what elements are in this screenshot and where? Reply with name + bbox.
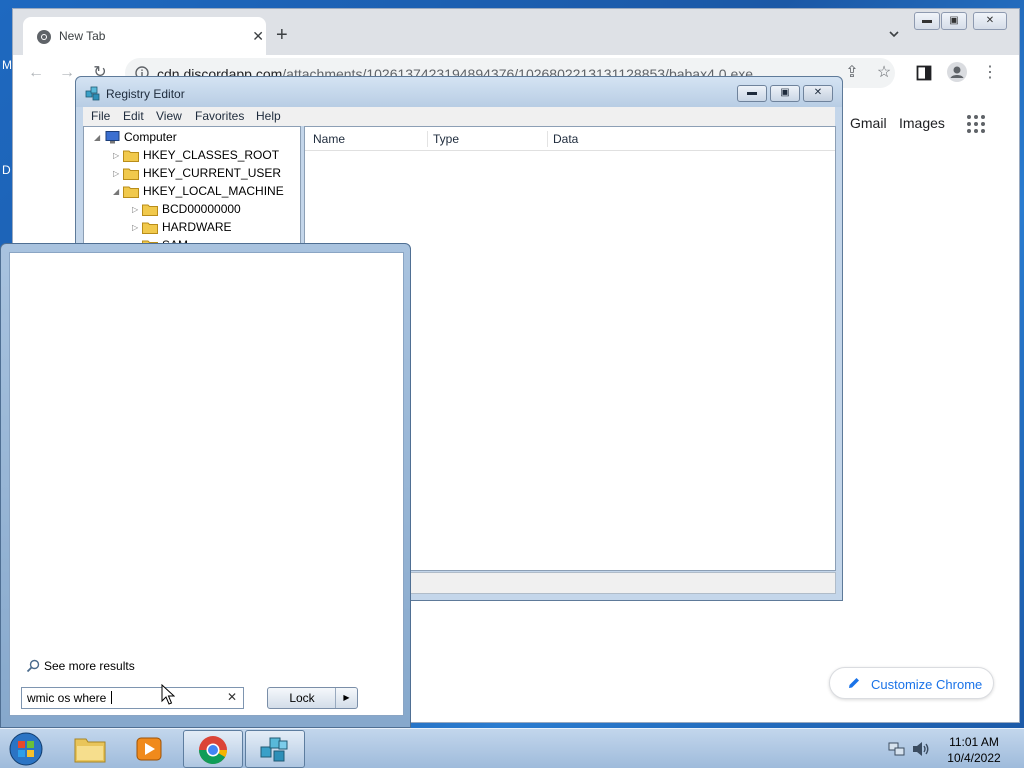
window-title: Registry Editor: [106, 87, 185, 101]
taskbar: 11:01 AM 10/4/2022: [0, 728, 1024, 768]
regedit-app-icon: [85, 86, 100, 101]
menu-edit[interactable]: Edit: [123, 109, 144, 123]
taskbar-explorer[interactable]: [60, 730, 120, 768]
close-button[interactable]: ✕: [973, 12, 1007, 30]
taskbar-clock[interactable]: 11:01 AM 10/4/2022: [940, 734, 1008, 766]
menu-bar: File Edit View Favorites Help: [83, 107, 835, 126]
chrome-tab-strip: New Tab ✕ + ▬ ▣ ✕: [13, 9, 1019, 55]
menu-favorites[interactable]: Favorites: [195, 109, 244, 123]
expand-arrow-icon[interactable]: ▷: [132, 223, 142, 232]
regedit-icon: [260, 737, 288, 762]
tab-new-tab[interactable]: New Tab ✕: [23, 17, 266, 55]
tree-item-bcd00000000[interactable]: ▷ BCD00000000: [132, 200, 241, 218]
search-icon: [26, 659, 40, 673]
folder-icon: [123, 168, 139, 180]
tab-title: New Tab: [59, 29, 106, 43]
search-results-pane: See more results: [9, 252, 404, 716]
column-header-data[interactable]: Data: [553, 132, 578, 146]
folder-icon: [142, 204, 158, 216]
tab-close-icon[interactable]: ✕: [252, 28, 264, 45]
lock-label: Lock: [289, 691, 315, 705]
tree-item-computer[interactable]: ◢ Computer: [94, 128, 177, 146]
list-header: Name Type Data: [305, 127, 835, 151]
lock-button[interactable]: Lock ▶: [267, 687, 358, 709]
images-link[interactable]: Images: [899, 115, 945, 131]
maximize-button[interactable]: ▣: [770, 85, 800, 102]
registry-editor-titlebar[interactable]: Registry Editor ▬ ▣ ✕: [76, 77, 842, 107]
start-orb-icon[interactable]: [6, 731, 46, 767]
clock-time: 11:01 AM: [949, 735, 999, 749]
column-divider[interactable]: [427, 131, 428, 147]
desktop-icon-label-fragment[interactable]: D: [2, 163, 11, 177]
gmail-link[interactable]: Gmail: [850, 115, 887, 131]
profile-avatar-icon[interactable]: [947, 62, 967, 82]
expand-arrow-icon[interactable]: ▷: [113, 151, 123, 160]
tree-item-hardware[interactable]: ▷ HARDWARE: [132, 218, 232, 236]
folder-icon: [142, 222, 158, 234]
computer-icon: [105, 130, 120, 143]
media-player-icon: [136, 737, 162, 761]
menu-view[interactable]: View: [156, 109, 182, 123]
start-search-input[interactable]: wmic os where ✕: [21, 687, 244, 709]
taskbar-chrome[interactable]: [183, 730, 243, 768]
file-explorer-icon: [74, 738, 106, 763]
new-tab-icon[interactable]: +: [276, 25, 288, 45]
forward-icon[interactable]: →: [58, 64, 76, 82]
expand-arrow-icon[interactable]: ▷: [132, 205, 142, 214]
customize-chrome-button[interactable]: Customize Chrome: [829, 667, 994, 699]
menu-help[interactable]: Help: [256, 109, 281, 123]
menu-kebab-icon[interactable]: ⋮: [981, 64, 999, 82]
share-icon[interactable]: ⇪: [843, 64, 861, 82]
desktop-icon-label-fragment[interactable]: M: [2, 58, 12, 72]
see-more-results-label: See more results: [44, 659, 135, 673]
column-divider[interactable]: [547, 131, 548, 147]
mouse-pointer-icon: [161, 684, 175, 705]
maximize-button[interactable]: ▣: [941, 12, 967, 30]
column-header-name[interactable]: Name: [313, 132, 345, 146]
side-panel-icon[interactable]: [916, 65, 932, 81]
taskbar-media-player[interactable]: [120, 730, 180, 768]
start-menu: See more results wmic os where ✕ Lock ▶: [0, 243, 411, 728]
folder-open-icon: [123, 186, 139, 198]
clear-search-icon[interactable]: ✕: [227, 690, 237, 704]
menu-file[interactable]: File: [91, 109, 110, 123]
system-tray: [888, 741, 930, 757]
collapse-arrow-icon[interactable]: ◢: [94, 133, 104, 142]
tree-item-hkey-classes-root[interactable]: ▷ HKEY_CLASSES_ROOT: [113, 146, 279, 164]
minimize-button[interactable]: ▬: [737, 85, 767, 102]
customize-chrome-label: Customize Chrome: [871, 677, 983, 692]
chrome-favicon-icon: [37, 30, 51, 44]
folder-icon: [123, 150, 139, 162]
taskbar-registry-editor[interactable]: [245, 730, 305, 768]
chevron-down-icon[interactable]: [888, 28, 900, 40]
column-header-type[interactable]: Type: [433, 132, 459, 146]
volume-icon[interactable]: [912, 741, 930, 757]
tree-item-hkey-current-user[interactable]: ▷ HKEY_CURRENT_USER: [113, 164, 281, 182]
shutdown-options-arrow-icon[interactable]: ▶: [335, 688, 357, 708]
chrome-icon: [199, 736, 227, 764]
network-icon[interactable]: [888, 741, 906, 757]
expand-arrow-icon[interactable]: ▷: [113, 169, 123, 178]
tree-item-hkey-local-machine[interactable]: ◢ HKEY_LOCAL_MACHINE: [113, 182, 284, 200]
bookmark-star-icon[interactable]: ☆: [875, 64, 893, 82]
back-icon[interactable]: ←: [27, 64, 45, 82]
collapse-arrow-icon[interactable]: ◢: [113, 187, 123, 196]
clock-date: 10/4/2022: [947, 751, 1001, 765]
google-apps-icon[interactable]: [967, 115, 985, 133]
pencil-icon: [849, 678, 859, 688]
text-caret: [110, 691, 112, 704]
start-search-value: wmic os where: [27, 691, 112, 705]
minimize-button[interactable]: ▬: [914, 12, 940, 30]
close-button[interactable]: ✕: [803, 85, 833, 102]
see-more-results-link[interactable]: See more results: [26, 659, 135, 673]
